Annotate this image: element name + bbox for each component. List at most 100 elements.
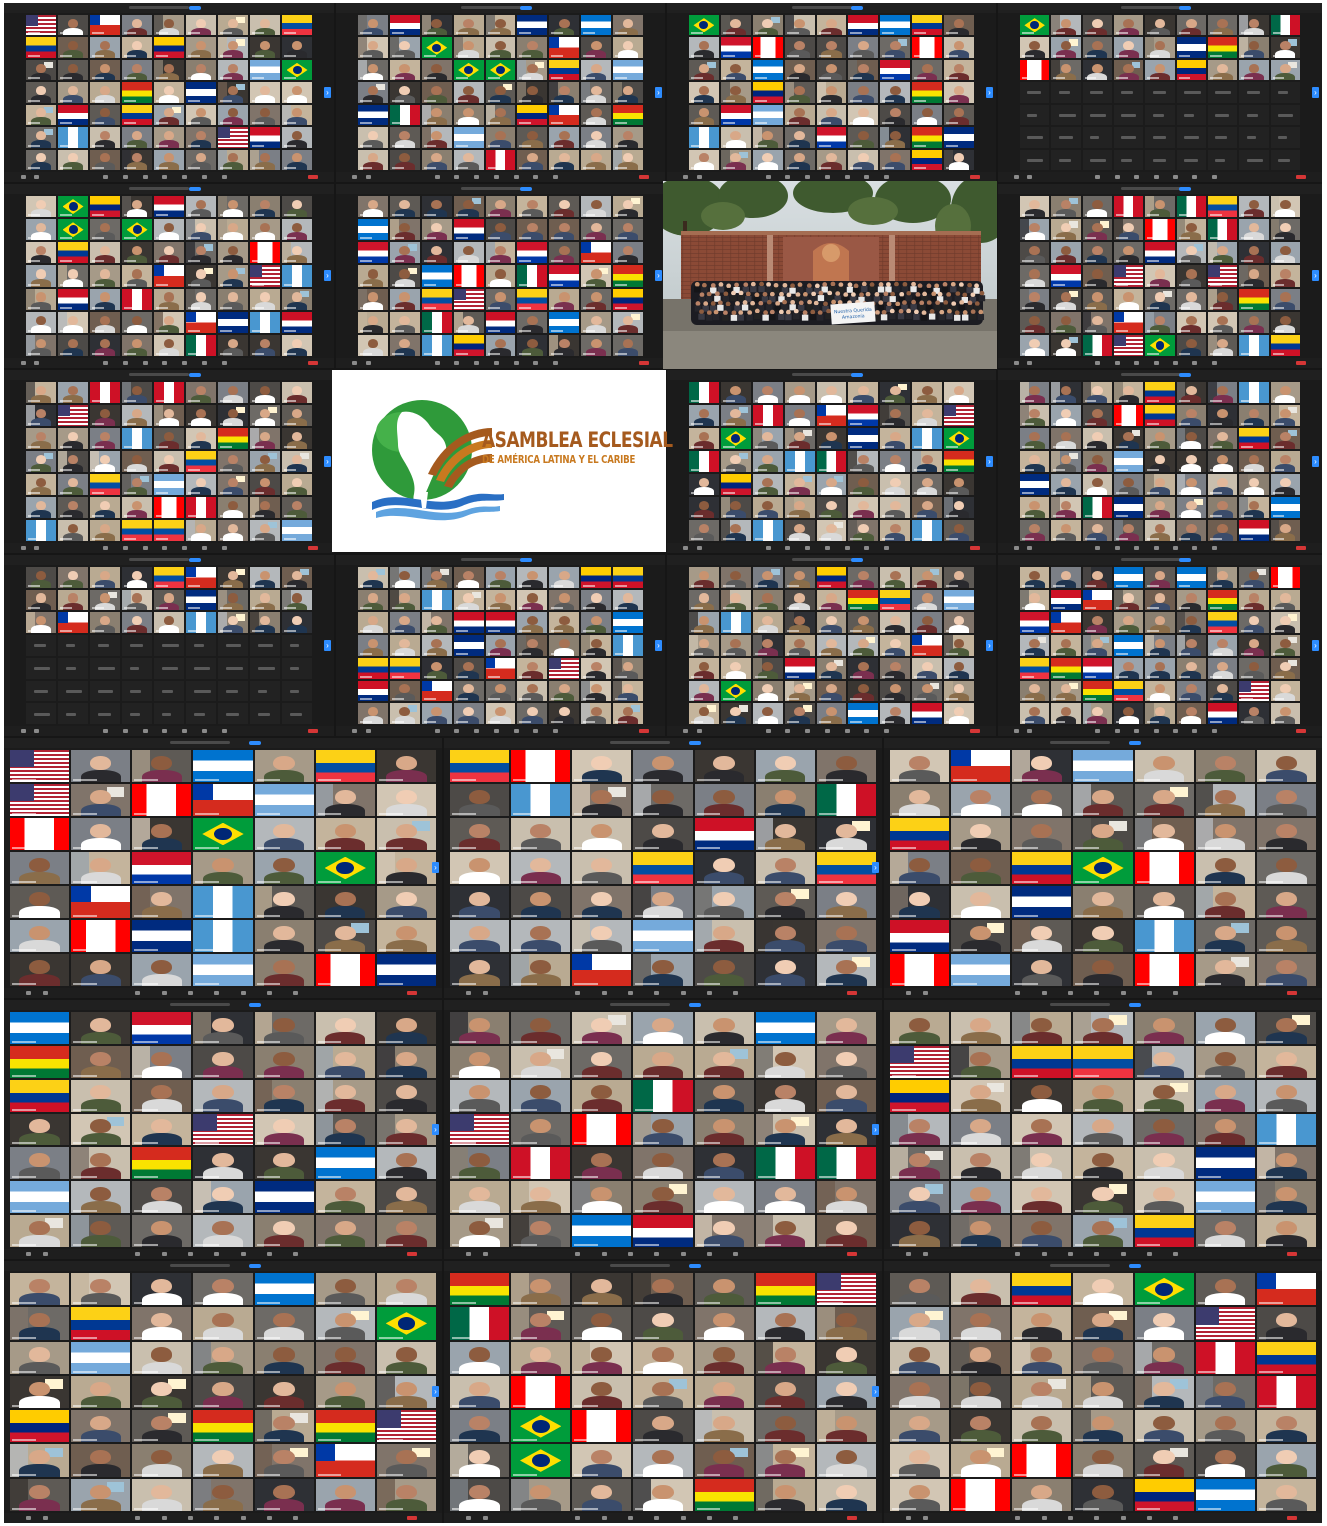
participant-video-tile[interactable] <box>1239 288 1269 310</box>
participant-video-tile[interactable] <box>250 219 280 241</box>
participant-video-tile[interactable] <box>1176 242 1206 264</box>
participant-video-tile[interactable] <box>485 703 516 724</box>
end-meeting-button[interactable] <box>846 991 857 995</box>
participant-video-tile[interactable] <box>26 127 56 148</box>
participant-video-tile[interactable] <box>880 127 911 148</box>
participant-video-tile[interactable] <box>254 1478 314 1511</box>
participant-video-tile[interactable] <box>1134 954 1194 986</box>
participant-video-tile[interactable] <box>254 1341 314 1374</box>
participant-video-tile[interactable] <box>485 149 516 170</box>
record-icon[interactable] <box>182 361 188 365</box>
participant-video-tile[interactable] <box>58 59 88 81</box>
participant-video-tile[interactable] <box>816 612 847 634</box>
participant-video-tile[interactable] <box>951 1341 1011 1374</box>
participant-video-tile[interactable] <box>1114 474 1144 495</box>
participant-video-tile[interactable] <box>1082 265 1112 287</box>
participant-video-tile[interactable] <box>122 219 152 241</box>
participant-video-tile[interactable] <box>816 954 876 986</box>
participant-video-tile[interactable] <box>1051 520 1081 541</box>
participant-video-tile[interactable] <box>951 920 1011 952</box>
participant-video-tile[interactable] <box>951 784 1011 816</box>
participant-video-tile[interactable] <box>358 82 388 103</box>
participant-name-tile[interactable] <box>1176 149 1206 170</box>
participant-video-tile[interactable] <box>421 104 452 126</box>
record-icon[interactable] <box>844 546 850 550</box>
participant-video-tile[interactable] <box>816 1273 876 1306</box>
participant-video-tile[interactable] <box>549 635 580 656</box>
participant-video-tile[interactable] <box>848 589 879 611</box>
participant-video-tile[interactable] <box>1176 703 1206 724</box>
participant-video-tile[interactable] <box>581 59 612 81</box>
participant-video-tile[interactable] <box>250 104 280 126</box>
participant-video-tile[interactable] <box>517 311 548 333</box>
participant-video-tile[interactable] <box>633 1375 693 1409</box>
participant-video-tile[interactable] <box>944 497 974 518</box>
participant-video-tile[interactable] <box>26 612 56 634</box>
participant-video-tile[interactable] <box>944 657 974 679</box>
video-icon[interactable] <box>483 991 489 995</box>
participant-video-tile[interactable] <box>132 1341 192 1374</box>
participant-video-tile[interactable] <box>1176 680 1206 702</box>
participant-video-tile[interactable] <box>315 750 375 782</box>
participant-video-tile[interactable] <box>453 612 484 634</box>
participant-video-tile[interactable] <box>250 451 280 472</box>
participant-video-tile[interactable] <box>720 149 751 170</box>
participant-video-tile[interactable] <box>1176 196 1206 218</box>
participant-video-tile[interactable] <box>848 382 879 403</box>
participant-video-tile[interactable] <box>1114 589 1144 611</box>
next-page-chevron-right-icon[interactable]: › <box>1312 639 1319 651</box>
participant-video-tile[interactable] <box>389 265 420 287</box>
participant-video-tile[interactable] <box>517 589 548 611</box>
participant-video-tile[interactable] <box>1073 852 1133 884</box>
participant-video-tile[interactable] <box>816 1181 876 1214</box>
participant-name-tile[interactable] <box>218 680 248 702</box>
participant-video-tile[interactable] <box>694 1444 754 1477</box>
participant-video-tile[interactable] <box>1239 37 1269 58</box>
participant-video-tile[interactable] <box>880 59 911 81</box>
participant-video-tile[interactable] <box>890 750 950 782</box>
participant-video-tile[interactable] <box>816 1045 876 1078</box>
participant-video-tile[interactable] <box>1020 242 1050 264</box>
participant-video-tile[interactable] <box>1082 242 1112 264</box>
participant-video-tile[interactable] <box>1020 612 1050 634</box>
participant-video-tile[interactable] <box>752 15 783 36</box>
participant-video-tile[interactable] <box>132 750 192 782</box>
participant-video-tile[interactable] <box>912 428 943 449</box>
participant-video-tile[interactable] <box>1145 635 1175 656</box>
participant-video-tile[interactable] <box>450 1444 510 1477</box>
participant-video-tile[interactable] <box>1256 1079 1316 1112</box>
participant-video-tile[interactable] <box>1073 1147 1133 1180</box>
participant-video-tile[interactable] <box>633 1478 693 1511</box>
participant-video-tile[interactable] <box>282 37 312 58</box>
participant-video-tile[interactable] <box>549 334 580 356</box>
participant-video-tile[interactable] <box>755 954 815 986</box>
participant-video-tile[interactable] <box>1195 954 1255 986</box>
share-screen-icon[interactable] <box>1094 991 1100 995</box>
participant-video-tile[interactable] <box>453 635 484 656</box>
participant-video-tile[interactable] <box>1239 520 1269 541</box>
participant-video-tile[interactable] <box>58 288 88 310</box>
participant-video-tile[interactable] <box>218 612 248 634</box>
participant-video-tile[interactable] <box>254 1045 314 1078</box>
participant-video-tile[interactable] <box>720 497 751 518</box>
participant-video-tile[interactable] <box>890 1147 950 1180</box>
participant-video-tile[interactable] <box>90 37 120 58</box>
reactions-icon[interactable] <box>533 361 539 365</box>
participant-video-tile[interactable] <box>517 265 548 287</box>
participant-video-tile[interactable] <box>218 288 248 310</box>
participant-video-tile[interactable] <box>1012 1045 1072 1078</box>
video-icon[interactable] <box>483 1252 489 1256</box>
participant-video-tile[interactable] <box>1176 405 1206 426</box>
participant-video-tile[interactable] <box>1195 852 1255 884</box>
participant-video-tile[interactable] <box>485 567 516 588</box>
participant-video-tile[interactable] <box>549 703 580 724</box>
participant-video-tile[interactable] <box>1145 405 1175 426</box>
participant-video-tile[interactable] <box>26 219 56 241</box>
end-meeting-button[interactable] <box>406 1516 417 1520</box>
participant-video-tile[interactable] <box>122 589 152 611</box>
participant-video-tile[interactable] <box>122 242 152 264</box>
participant-video-tile[interactable] <box>784 382 815 403</box>
participant-video-tile[interactable] <box>154 288 184 310</box>
participant-video-tile[interactable] <box>376 1307 436 1340</box>
participant-video-tile[interactable] <box>720 612 751 634</box>
